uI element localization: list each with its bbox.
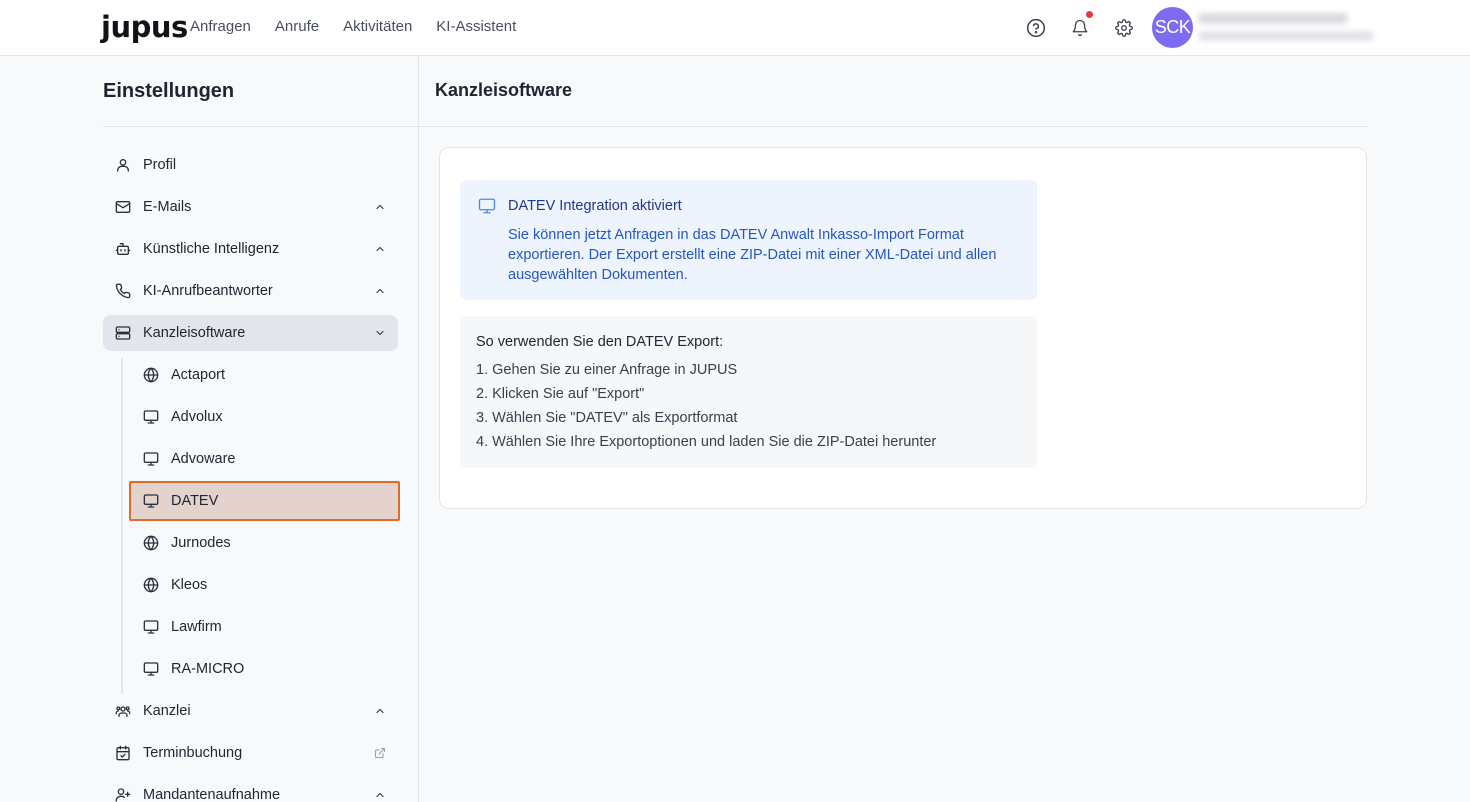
sidebar-divider bbox=[103, 126, 419, 127]
sidebar-item-label: KI-Anrufbeantworter bbox=[143, 283, 273, 299]
mail-icon bbox=[115, 199, 131, 215]
alert-description: Sie können jetzt Anfragen in das DATEV A… bbox=[508, 227, 997, 283]
sidebar-item-label: Künstliche Intelligenz bbox=[143, 241, 280, 257]
alert-title: DATEV Integration aktiviert bbox=[508, 198, 682, 214]
instruction-step: 1. Gehen Sie zu einer Anfrage in JUPUS bbox=[476, 362, 738, 378]
sidebar-subitem-label: Kleos bbox=[171, 577, 208, 593]
globe-icon bbox=[143, 577, 159, 593]
page-title-divider bbox=[419, 126, 1367, 127]
notification-dot bbox=[1086, 11, 1093, 18]
nav-aktivitaeten[interactable]: Aktivitäten bbox=[343, 18, 412, 35]
monitor-icon bbox=[143, 493, 159, 509]
sidebar-subitem-label: Jurnodes bbox=[171, 535, 231, 551]
sidebar-item-ki-anrufbeantworter[interactable]: KI-Anrufbeantworter bbox=[103, 273, 398, 309]
app-logo[interactable]: jupus bbox=[101, 10, 188, 44]
sidebar-item-profil[interactable]: Profil bbox=[103, 147, 398, 183]
user-icon bbox=[115, 157, 131, 173]
top-bar: jupus Anfragen Anrufe Aktivitäten KI-Ass… bbox=[0, 0, 1470, 56]
phone-icon bbox=[115, 283, 131, 299]
monitor-icon bbox=[143, 451, 159, 467]
user-name-redacted bbox=[1198, 13, 1348, 24]
users-icon bbox=[115, 703, 131, 719]
sidebar-subitem-ra-micro[interactable]: RA-MICRO bbox=[131, 651, 398, 687]
monitor-icon bbox=[478, 197, 496, 215]
sidebar-item-kuenstliche-intelligenz[interactable]: Künstliche Intelligenz bbox=[103, 231, 398, 267]
export-instructions: So verwenden Sie den DATEV Export: 1. Ge… bbox=[460, 316, 1037, 468]
user-email-redacted bbox=[1198, 31, 1374, 41]
chevron-up-icon bbox=[374, 285, 386, 297]
nav-ki-assistent[interactable]: KI-Assistent bbox=[436, 18, 516, 35]
calendar-check-icon bbox=[115, 745, 131, 761]
sidebar-subitem-advolux[interactable]: Advolux bbox=[131, 399, 398, 435]
instruction-step: 4. Wählen Sie Ihre Exportoptionen und la… bbox=[476, 434, 937, 450]
sidebar-title: Einstellungen bbox=[103, 80, 235, 102]
bell-icon[interactable] bbox=[1068, 16, 1092, 40]
monitor-icon bbox=[143, 619, 159, 635]
chevron-up-icon bbox=[374, 789, 386, 801]
bot-icon bbox=[115, 241, 131, 257]
monitor-icon bbox=[143, 409, 159, 425]
sidebar-subitem-label: Actaport bbox=[171, 367, 225, 383]
sidebar-item-label: E-Mails bbox=[143, 199, 192, 215]
globe-icon bbox=[143, 535, 159, 551]
sidebar-subitem-kleos[interactable]: Kleos bbox=[131, 567, 398, 603]
chevron-up-icon bbox=[374, 705, 386, 717]
avatar[interactable]: SCK bbox=[1152, 7, 1193, 48]
sidebar-item-kanzleisoftware[interactable]: Kanzleisoftware bbox=[103, 315, 398, 351]
sidebar-subitem-actaport[interactable]: Actaport bbox=[131, 357, 398, 393]
page-title: Kanzleisoftware bbox=[435, 80, 573, 100]
sidebar-item-kanzlei[interactable]: Kanzlei bbox=[103, 693, 398, 729]
help-circle-icon[interactable] bbox=[1024, 16, 1048, 40]
sidebar-subitem-jurnodes[interactable]: Jurnodes bbox=[131, 525, 398, 561]
main-nav: Anfragen Anrufe Aktivitäten KI-Assistent bbox=[190, 18, 516, 35]
chevron-down-icon bbox=[374, 327, 386, 339]
datev-status-alert: DATEV Integration aktiviert Sie können j… bbox=[460, 180, 1037, 300]
sidebar-subitem-lawfirm[interactable]: Lawfirm bbox=[131, 609, 398, 645]
external-link-icon bbox=[374, 747, 386, 759]
sidebar-item-label: Kanzlei bbox=[143, 703, 191, 719]
sidebar-subitem-advoware[interactable]: Advoware bbox=[131, 441, 398, 477]
chevron-up-icon bbox=[374, 201, 386, 213]
settings-sidebar: Einstellungen Profil E-Mails Künstliche … bbox=[0, 56, 419, 802]
globe-icon bbox=[143, 367, 159, 383]
nav-anfragen[interactable]: Anfragen bbox=[190, 18, 251, 35]
sidebar-subitem-label: DATEV bbox=[171, 493, 219, 509]
sidebar-item-e-mails[interactable]: E-Mails bbox=[103, 189, 398, 225]
sidebar-subitem-label: Advoware bbox=[171, 451, 236, 467]
submenu-guide-line bbox=[121, 358, 123, 694]
monitor-icon bbox=[143, 661, 159, 677]
sidebar-item-label: Terminbuchung bbox=[143, 745, 243, 761]
sidebar-item-mandantenaufnahme[interactable]: Mandantenaufnahme bbox=[103, 777, 398, 802]
sidebar-subitem-label: Advolux bbox=[171, 409, 223, 425]
sidebar-item-label: Profil bbox=[143, 157, 177, 173]
datev-settings-card: DATEV Integration aktiviert Sie können j… bbox=[439, 147, 1367, 509]
sidebar-subitem-label: Lawfirm bbox=[171, 619, 222, 635]
instruction-step: 2. Klicken Sie auf "Export" bbox=[476, 386, 645, 402]
instruction-step: 3. Wählen Sie "DATEV" als Exportformat bbox=[476, 410, 738, 426]
sidebar-subitem-label: RA-MICRO bbox=[171, 661, 245, 677]
sidebar-item-label: Mandantenaufnahme bbox=[143, 787, 281, 802]
gear-icon[interactable] bbox=[1112, 16, 1136, 40]
instructions-title: So verwenden Sie den DATEV Export: bbox=[476, 334, 724, 350]
chevron-up-icon bbox=[374, 243, 386, 255]
nav-anrufe[interactable]: Anrufe bbox=[275, 18, 319, 35]
server-icon bbox=[115, 325, 131, 341]
user-plus-icon bbox=[115, 787, 131, 802]
sidebar-item-terminbuchung[interactable]: Terminbuchung bbox=[103, 735, 398, 771]
sidebar-item-label: Kanzleisoftware bbox=[143, 325, 246, 341]
sidebar-subitem-datev[interactable]: DATEV bbox=[129, 481, 400, 521]
